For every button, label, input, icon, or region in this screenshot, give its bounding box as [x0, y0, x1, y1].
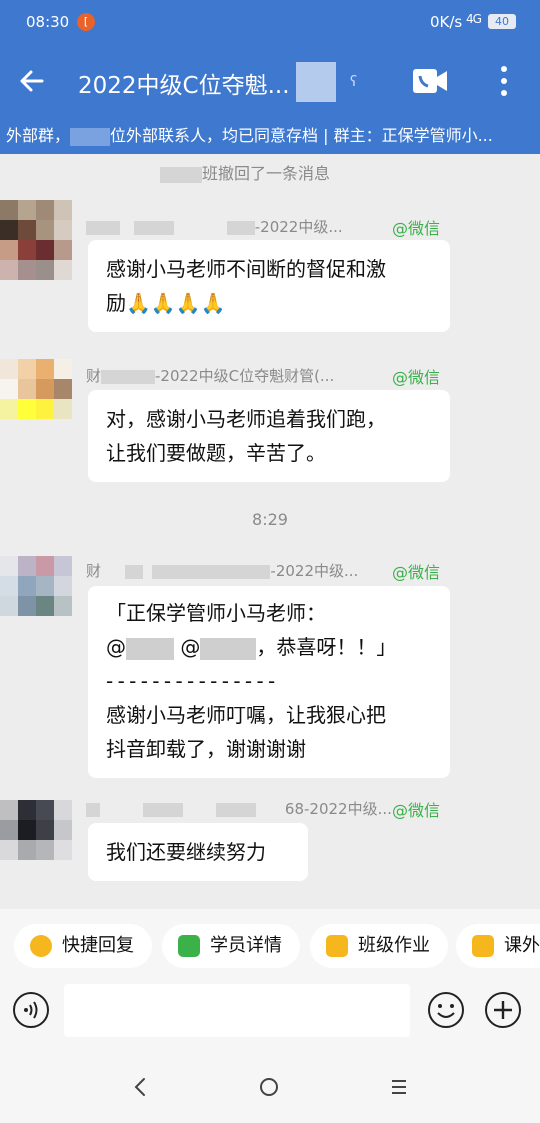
message-bubble[interactable]: 我们还要继续努力 — [88, 823, 308, 881]
message-line: 对，感谢小马老师追着我们跑， — [106, 407, 386, 431]
chat-title: 2022中级C位夺魁... — [78, 73, 290, 99]
sender-name: 财 -2022中级... — [86, 560, 358, 581]
message-line: 感谢小马老师不间断的督促和激 — [106, 257, 386, 281]
wechat-tag: @微信 — [392, 563, 441, 582]
ear-icon: ʕ — [350, 74, 358, 90]
home-icon[interactable] — [258, 1075, 280, 1099]
back-arrow-icon[interactable] — [16, 65, 48, 97]
separator-line: - - - - - - - - - - - - - - - — [106, 669, 275, 693]
more-icon[interactable] — [494, 64, 514, 98]
message-line: 抖音卸载了，谢谢谢谢 — [106, 737, 306, 761]
quick-reply-button[interactable]: 快捷回复 — [14, 924, 152, 968]
homework-label: 班级作业 — [358, 935, 430, 956]
message-line: 感谢小马老师叮嘱，让我狠心把 — [106, 703, 386, 727]
sender-name: 财 -2022中级C位夺魁财管(... — [86, 365, 334, 386]
wechat-tag: @微信 — [392, 801, 441, 820]
status-time: 08:30 — [26, 13, 70, 31]
message-line: 让我们要做题，辛苦了。 — [106, 441, 326, 465]
homework-button[interactable]: 班级作业 — [310, 924, 448, 968]
blurred-count — [70, 127, 111, 146]
banner-text-end: 位外部联系人，均已同意存档 | 群主：正保学管师小... — [110, 126, 493, 145]
wechat-tag: @微信 — [392, 219, 441, 238]
mention-line: @ @ ，恭喜呀！！」 — [106, 635, 397, 660]
sender-group: 68-2022中级... — [284, 800, 392, 818]
extra-practice-icon — [472, 935, 494, 957]
avatar[interactable] — [0, 359, 74, 439]
recall-text: 班撤回了一条消息 — [202, 164, 331, 183]
blurred-name — [160, 166, 202, 183]
emoji-icon[interactable] — [427, 991, 465, 1029]
student-detail-icon — [178, 935, 200, 957]
sender-name: -2022中级... — [86, 216, 343, 237]
sender-group: -2022中级C位夺魁财管(... — [155, 367, 335, 385]
extra-practice-button[interactable]: 课外练 — [456, 924, 540, 968]
back-icon[interactable] — [130, 1075, 150, 1099]
sender-name: 68-2022中级... — [86, 798, 392, 819]
video-call-icon[interactable] — [412, 68, 448, 94]
sender-group: -2022中级... — [254, 218, 343, 236]
message-input[interactable] — [64, 984, 410, 1037]
avatar[interactable] — [0, 800, 74, 880]
student-detail-button[interactable]: 学员详情 — [162, 924, 300, 968]
homework-icon — [326, 935, 348, 957]
blurred-mention — [126, 637, 174, 660]
message-bubble[interactable]: 对，感谢小马老师追着我们跑， 让我们要做题，辛苦了。 — [88, 390, 450, 482]
avatar[interactable] — [0, 556, 74, 636]
system-nav-bar — [0, 1051, 540, 1123]
message-bubble[interactable]: 感谢小马老师不间断的督促和激 励🙏🙏🙏🙏 — [88, 240, 450, 332]
avatar[interactable] — [0, 200, 74, 280]
net-speed: 0K/s — [430, 13, 463, 31]
notification-badge: [ — [77, 13, 95, 31]
quote-line: 「正保学管师小马老师： — [106, 601, 326, 625]
voice-input-icon[interactable] — [12, 991, 50, 1029]
sender-prefix: 财 — [86, 562, 102, 580]
menu-icon[interactable] — [388, 1075, 410, 1099]
blurred-mention — [200, 637, 257, 660]
sender-prefix: 财 — [86, 367, 102, 385]
signal-icon: 4G — [466, 12, 482, 26]
extra-practice-label: 课外练 — [504, 935, 540, 956]
sender-group: -2022中级... — [270, 562, 359, 580]
blurred-title-part — [296, 62, 336, 102]
student-detail-label: 学员详情 — [210, 935, 282, 956]
message-line: 励🙏🙏🙏🙏 — [106, 291, 226, 315]
banner-text-start: 外部群， — [6, 126, 71, 145]
quick-action-bar[interactable]: 快捷回复 学员详情 班级作业 课外练 — [0, 909, 540, 983]
plus-icon[interactable] — [484, 991, 522, 1029]
wechat-tag: @微信 — [392, 368, 441, 387]
group-info-banner[interactable]: 外部群， 位外部联系人，均已同意存档 | 群主：正保学管师小... — [0, 118, 540, 154]
message-timestamp: 8:29 — [252, 510, 288, 529]
chat-area[interactable]: 班撤回了一条消息 -2022中级... @微信 感谢小马老师不间断的督促和激 励… — [0, 154, 540, 909]
status-bar: 08:30 [ 0K/s 4G 40 — [0, 0, 540, 46]
input-bar — [0, 983, 540, 1051]
title-bar: 2022中级C位夺魁... ʕ — [0, 46, 540, 118]
quick-reply-icon — [30, 935, 52, 957]
message-bubble[interactable]: 「正保学管师小马老师： @ @ ，恭喜呀！！」 - - - - - - - - -… — [88, 586, 450, 778]
battery-icon: 40 — [488, 14, 516, 29]
recall-notice: 班撤回了一条消息 — [160, 160, 330, 184]
quick-reply-label: 快捷回复 — [62, 935, 134, 956]
message-line: 我们还要继续努力 — [106, 840, 266, 864]
